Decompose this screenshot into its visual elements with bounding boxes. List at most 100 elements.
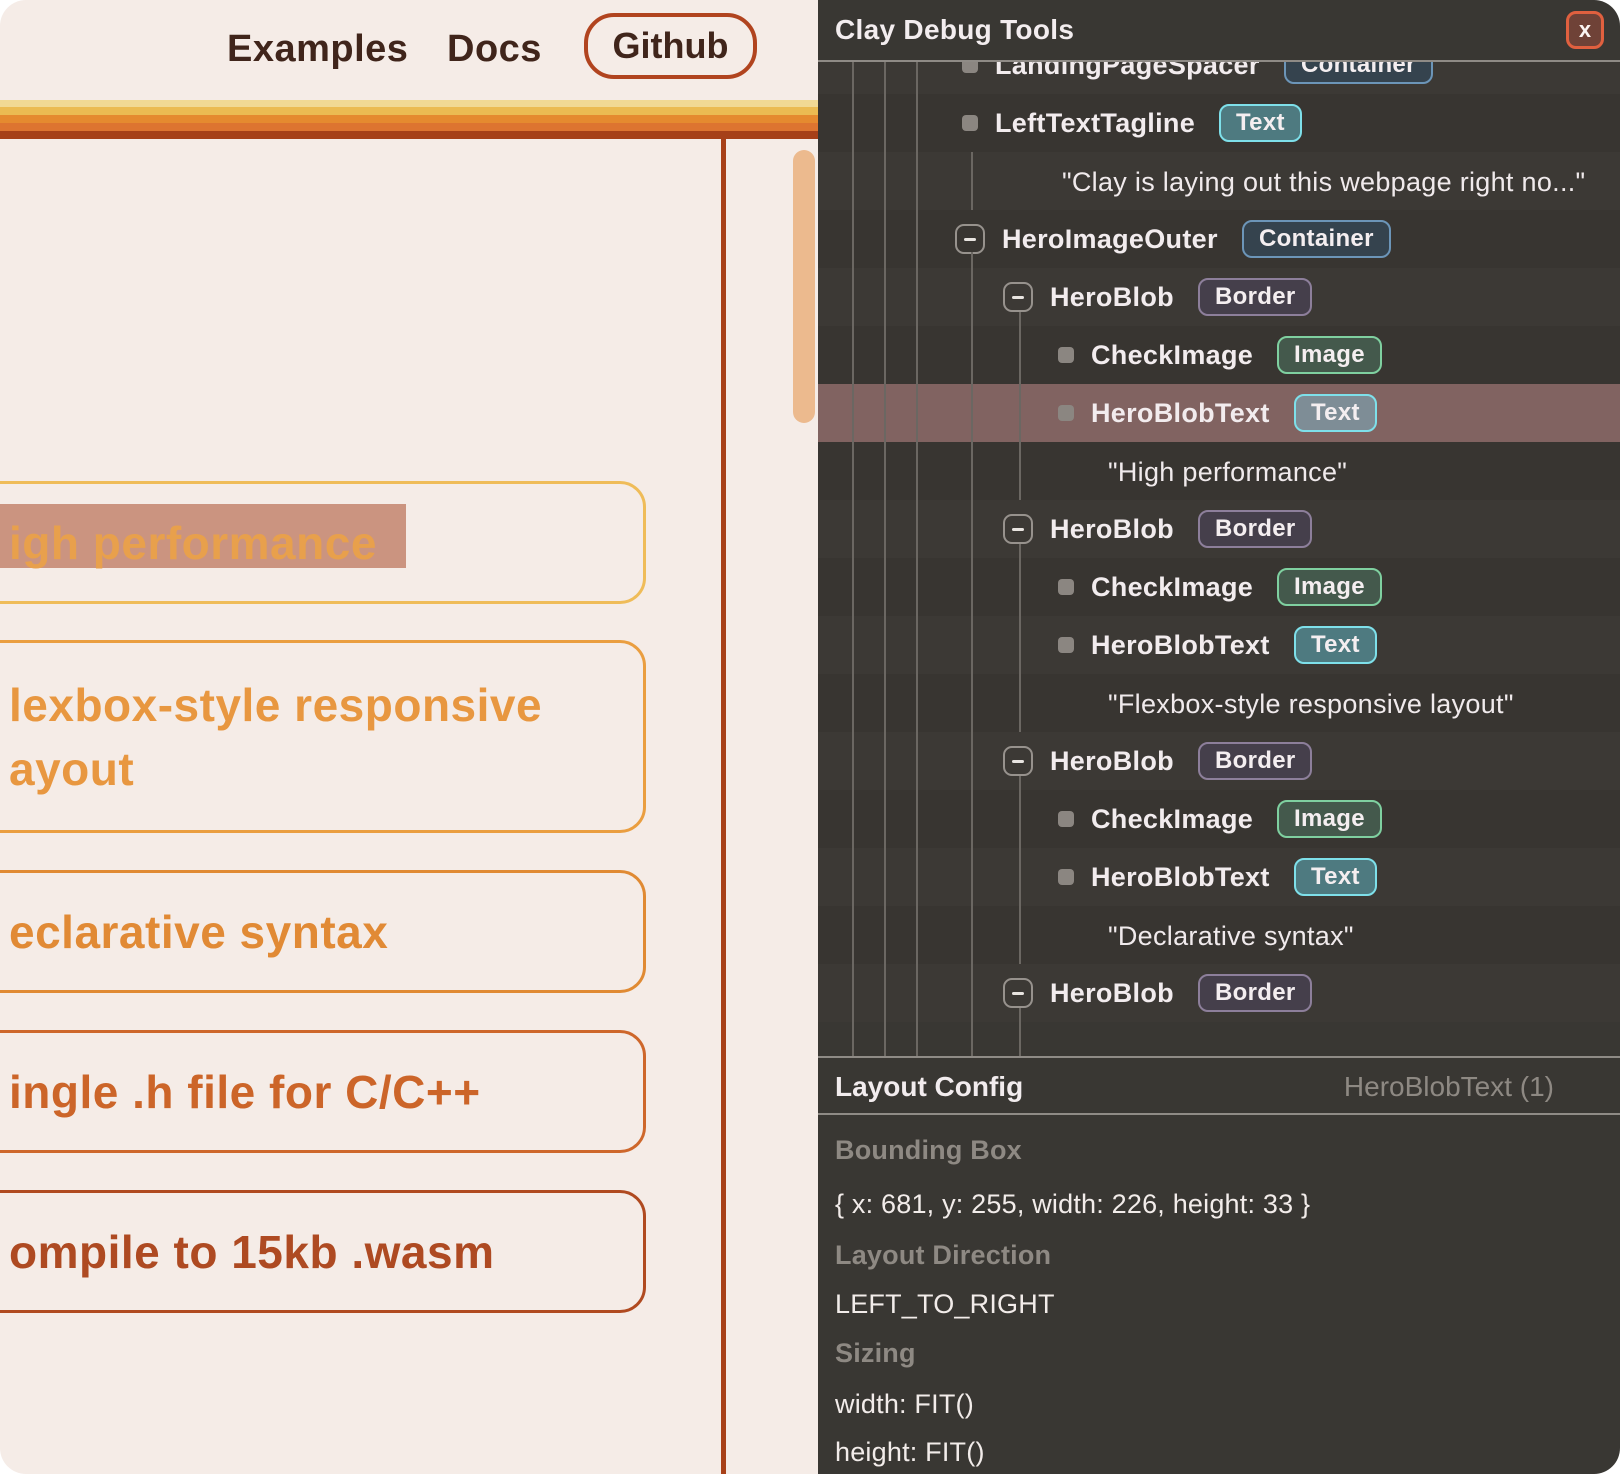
feature-box: ompile to 15kb .wasm	[0, 1190, 646, 1313]
stripe-band	[0, 107, 818, 115]
element-type-badge: Container	[1242, 220, 1391, 258]
debug-panel-title: Clay Debug Tools	[835, 14, 1074, 46]
app-screen: Examples Docs Github igh performance lexb…	[0, 0, 1620, 1474]
element-type-badge: Image	[1277, 568, 1382, 606]
indent-guide-line	[1019, 776, 1021, 964]
element-bullet-icon	[1058, 869, 1074, 885]
tree-row-heroblob[interactable]: HeroBlobBorder	[818, 732, 1620, 790]
stripe-band	[0, 131, 818, 139]
element-name: CheckImage	[1091, 340, 1253, 371]
tree-row-heroblob[interactable]: HeroBlobBorder	[818, 268, 1620, 326]
element-name: CheckImage	[1091, 804, 1253, 835]
indent-guide-line	[884, 62, 886, 1056]
feature-box-text: lexbox-style responsive	[9, 673, 643, 737]
text-content-preview: "Declarative syntax"	[1108, 921, 1354, 952]
indent-guide-line	[1019, 312, 1021, 500]
tree-row-heroblobtext[interactable]: HeroBlobTextText	[818, 384, 1620, 442]
element-type-badge: Text	[1219, 104, 1302, 142]
demo-page: Examples Docs Github igh performance lexb…	[0, 0, 818, 1474]
element-type-badge: Border	[1198, 974, 1312, 1012]
element-type-badge: Text	[1294, 626, 1377, 664]
element-type-badge: Image	[1277, 800, 1382, 838]
github-button[interactable]: Github	[584, 13, 757, 79]
github-button-label: Github	[613, 25, 729, 67]
element-bullet-icon	[962, 115, 978, 131]
tree-row-heroblobtext[interactable]: HeroBlobText Text	[818, 616, 1620, 674]
layout-config-title: Layout Config	[835, 1071, 1023, 1103]
feature-box-text: eclarative syntax	[9, 900, 643, 964]
tree-row-text-content[interactable]: "Flexbox-style responsive layout"	[818, 674, 1620, 732]
tree-row-lefttexttagline[interactable]: LeftTextTagline Text	[818, 94, 1620, 152]
collapse-button[interactable]	[1003, 514, 1033, 544]
config-field-value: width: FIT()	[835, 1389, 974, 1420]
element-name: HeroBlobText	[1091, 630, 1270, 661]
minus-icon	[1012, 992, 1024, 995]
indent-guide-line	[852, 62, 854, 1056]
element-name: HeroBlobText	[1091, 862, 1270, 893]
config-field-value: LEFT_TO_RIGHT	[835, 1289, 1055, 1320]
tree-row-landingpagespacer[interactable]: LandingPageSpacerContainer	[818, 62, 1620, 94]
minus-icon	[1012, 296, 1024, 299]
tree-row-heroimageouter[interactable]: HeroImageOuter Container	[818, 210, 1620, 268]
feature-box-text: ompile to 15kb .wasm	[9, 1220, 643, 1284]
content-divider	[721, 139, 726, 1474]
element-name: HeroBlobText	[1091, 398, 1270, 429]
element-type-badge: Image	[1277, 336, 1382, 374]
element-name: HeroBlob	[1050, 282, 1174, 313]
minus-icon	[1012, 760, 1024, 763]
stripe-band	[0, 115, 818, 123]
element-bullet-icon	[1058, 405, 1074, 421]
element-name: HeroImageOuter	[1002, 224, 1218, 255]
feature-box: lexbox-style responsiveayout	[0, 640, 646, 833]
element-name: CheckImage	[1091, 572, 1253, 603]
close-button[interactable]: x	[1566, 11, 1604, 49]
minus-icon	[1012, 528, 1024, 531]
collapse-button[interactable]	[1003, 746, 1033, 776]
tree-row-text-content[interactable]: "Clay is laying out this webpage right n…	[818, 152, 1620, 210]
tree-row-text-content[interactable]: "Declarative syntax"	[818, 906, 1620, 964]
nav-item-examples[interactable]: Examples	[227, 28, 408, 71]
tree-row-text-content[interactable]: "High performance"	[818, 442, 1620, 500]
tree-row-heroblob[interactable]: HeroBlob Border	[818, 500, 1620, 558]
tree-row-checkimage[interactable]: CheckImage Image	[818, 558, 1620, 616]
feature-box: igh performance	[0, 481, 646, 604]
close-icon: x	[1579, 19, 1591, 41]
config-field-value: { x: 681, y: 255, width: 226, height: 33…	[835, 1189, 1310, 1220]
config-field-label: Bounding Box	[835, 1135, 1022, 1166]
tree-row-heroblobtext[interactable]: HeroBlobText Text	[818, 848, 1620, 906]
nav-item-docs[interactable]: Docs	[447, 28, 542, 71]
indent-guide-line	[916, 62, 918, 1056]
feature-box: eclarative syntax	[0, 870, 646, 993]
text-content-preview: "High performance"	[1108, 457, 1347, 488]
element-bullet-icon	[1058, 347, 1074, 363]
element-type-badge: Text	[1294, 858, 1377, 896]
indent-guide-line	[1019, 1008, 1021, 1056]
feature-box: ingle .h file for C/C++	[0, 1030, 646, 1153]
element-bullet-icon	[1058, 811, 1074, 827]
collapse-button[interactable]	[1003, 282, 1033, 312]
collapse-button[interactable]	[955, 224, 985, 254]
feature-box-text: igh performance	[9, 511, 643, 575]
indent-guide-line	[971, 152, 973, 210]
layout-config-header: Layout Config HeroBlobText (1)	[818, 1058, 1620, 1113]
element-name: LandingPageSpacer	[995, 62, 1260, 81]
element-type-badge: Border	[1198, 742, 1312, 780]
element-name: LeftTextTagline	[995, 108, 1195, 139]
config-field-label: Sizing	[835, 1338, 916, 1369]
tree-row-heroblob[interactable]: HeroBlob Border	[818, 964, 1620, 1022]
tree-row-checkimage[interactable]: CheckImage Image	[818, 326, 1620, 384]
element-name: HeroBlob	[1050, 978, 1174, 1009]
section-divider-2	[818, 1113, 1620, 1115]
element-tree: LandingPageSpacerContainerLeftTextTaglin…	[818, 62, 1620, 1056]
feature-box-text: ayout	[9, 737, 643, 801]
stripe-band	[0, 100, 818, 107]
tree-row-checkimage[interactable]: CheckImage Image	[818, 790, 1620, 848]
layout-config-selected-element: HeroBlobText (1)	[1344, 1071, 1554, 1103]
config-field-label: Layout Direction	[835, 1240, 1051, 1271]
element-type-badge: Border	[1198, 510, 1312, 548]
element-bullet-icon	[962, 62, 978, 73]
feature-box-text: ingle .h file for C/C++	[9, 1060, 643, 1124]
element-name: HeroBlob	[1050, 514, 1174, 545]
scrollbar-thumb[interactable]	[793, 150, 815, 423]
collapse-button[interactable]	[1003, 978, 1033, 1008]
